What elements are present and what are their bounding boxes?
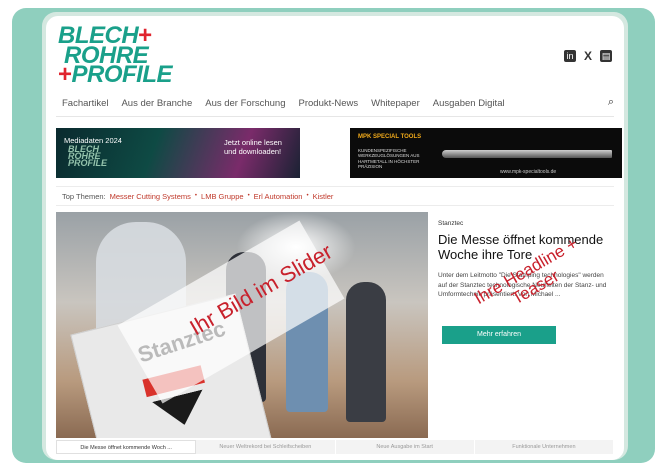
read-more-button[interactable]: Mehr erfahren: [442, 326, 556, 344]
nav-item-fachartikel[interactable]: Fachartikel: [62, 98, 108, 114]
mpk-url: www.mpk-specialtools.de: [500, 169, 557, 175]
site-logo[interactable]: BLECH+ ROHRE +PROFILE: [58, 24, 173, 89]
theme-link-erl[interactable]: Erl Automation: [254, 192, 303, 201]
slider-image[interactable]: Stanztec Ihr Bild im Slider: [56, 212, 428, 438]
search-icon[interactable]: ⌕: [608, 96, 614, 109]
nav-item-produkt-news[interactable]: Produkt-News: [299, 98, 359, 114]
drill-tool-image: [442, 150, 612, 158]
banner-left-logo: BLECH ROHRE PROFILE: [68, 144, 108, 169]
slider-thumb[interactable]: Funktionale Unternehmen: [474, 440, 614, 454]
slider-thumb[interactable]: Die Messe öffnet kommende Woch ...: [56, 440, 197, 454]
logo-line-3: PROFILE: [71, 61, 173, 89]
theme-separator-icon: •: [306, 193, 309, 199]
theme-separator-icon: •: [194, 193, 198, 199]
ad-banner-mpk[interactable]: MPK SPECIAL TOOLS KUNDENSPEZIFISCHE WERK…: [350, 128, 622, 178]
slider-thumb[interactable]: Neuer Weltrekord bei Schleifscheiben: [196, 440, 336, 454]
slider-thumb[interactable]: Neue Ausgabe im Start: [335, 440, 475, 454]
top-themes-bar: Top Themen: Messer Cutting Systems • LMB…: [56, 186, 614, 206]
main-nav: Fachartikel Aus der Branche Aus der Fors…: [62, 98, 612, 114]
slide-kicker: Stanztec: [438, 220, 464, 227]
theme-link-kistler[interactable]: Kistler: [313, 192, 334, 201]
slider-thumbnails: Die Messe öffnet kommende Woch ... Neuer…: [56, 440, 614, 454]
theme-link-lmb[interactable]: LMB Gruppe: [201, 192, 244, 201]
nav-divider: [56, 116, 614, 117]
themes-label: Top Themen:: [62, 191, 106, 201]
x-icon[interactable]: X: [582, 50, 594, 62]
social-links: in X ▤: [564, 50, 612, 62]
theme-separator-icon: •: [247, 193, 250, 199]
theme-link-messer[interactable]: Messer Cutting Systems: [110, 192, 191, 201]
rss-icon[interactable]: ▤: [600, 50, 612, 62]
nav-item-ausgaben-digital[interactable]: Ausgaben Digital: [433, 98, 505, 114]
website-screenshot: BLECH+ ROHRE +PROFILE in X ▤ Fachartikel…: [46, 16, 624, 460]
banner-logo-line-3: PROFILE: [68, 158, 108, 169]
person-figure: [346, 282, 386, 422]
banner-left-cta: Jetzt online lesen und downloaden!: [224, 138, 282, 157]
nav-item-whitepaper[interactable]: Whitepaper: [371, 98, 420, 114]
logo-plus-2: +: [58, 61, 72, 89]
mpk-brand: MPK SPECIAL TOOLS: [358, 134, 422, 140]
nav-item-forschung[interactable]: Aus der Forschung: [205, 98, 285, 114]
nav-item-branche[interactable]: Aus der Branche: [121, 98, 192, 114]
linkedin-icon[interactable]: in: [564, 50, 576, 62]
ad-banner-mediadaten[interactable]: Mediadaten 2024 BLECH ROHRE PROFILE Jetz…: [56, 128, 300, 178]
mpk-subtitle: KUNDENSPEZIFISCHE WERKZEUGLÖSUNGEN AUS H…: [358, 148, 420, 170]
